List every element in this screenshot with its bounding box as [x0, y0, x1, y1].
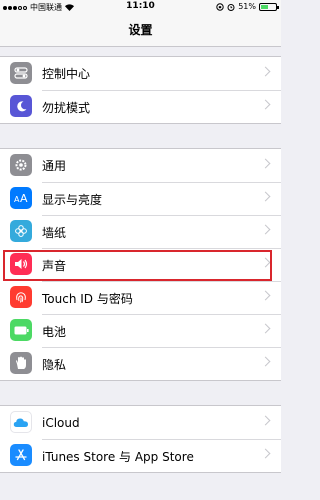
nav-bar: 设置 — [0, 14, 281, 47]
battery-icon — [259, 2, 279, 11]
flower-icon — [10, 220, 32, 242]
settings-group-2: 通用 AA 显示与亮度 墙纸 声音 Touch ID 与密码 电池 隐私 — [0, 148, 281, 381]
battery-percent: 51% — [238, 2, 256, 11]
row-label: 声音 — [42, 258, 67, 273]
settings-row-display[interactable]: AA 显示与亮度 — [0, 182, 281, 215]
alarm-icon — [227, 3, 235, 11]
status-bar: 中国联通 11:10 51% — [0, 0, 281, 14]
row-label: 显示与亮度 — [42, 192, 103, 207]
fingerprint-icon — [10, 286, 32, 308]
settings-row-touch-id[interactable]: Touch ID 与密码 — [0, 281, 281, 314]
row-label: iCloud — [42, 415, 80, 430]
row-label: iTunes Store 与 App Store — [42, 449, 194, 464]
moon-icon — [10, 95, 32, 117]
text-size-icon: AA — [10, 187, 32, 209]
settings-row-control-center[interactable]: 控制中心 — [0, 57, 281, 90]
cloud-icon — [10, 411, 32, 433]
gear-icon — [10, 154, 32, 176]
settings-row-do-not-disturb[interactable]: 勿扰模式 — [0, 90, 281, 123]
row-label: 通用 — [42, 159, 67, 173]
settings-group-3: iCloud iTunes Store 与 App Store — [0, 405, 281, 473]
battery-icon — [10, 319, 32, 341]
settings-row-privacy[interactable]: 隐私 — [0, 347, 281, 380]
hand-icon — [10, 352, 32, 374]
row-label: 墙纸 — [42, 225, 67, 240]
settings-row-general[interactable]: 通用 — [0, 149, 281, 182]
battery-level — [261, 4, 269, 9]
app-store-icon — [10, 444, 32, 466]
control-center-icon — [10, 62, 32, 84]
page-title: 设置 — [128, 23, 153, 37]
row-label: Touch ID 与密码 — [42, 291, 133, 306]
svg-text:A: A — [20, 192, 28, 204]
status-right: 51% — [216, 2, 279, 11]
speaker-icon — [10, 253, 32, 275]
settings-row-app-store[interactable]: iTunes Store 与 App Store — [0, 439, 281, 472]
settings-group-1: 控制中心 勿扰模式 — [0, 56, 281, 124]
settings-row-icloud[interactable]: iCloud — [0, 406, 281, 439]
settings-row-battery[interactable]: 电池 — [0, 314, 281, 347]
orientation-lock-icon — [216, 2, 224, 11]
row-label: 控制中心 — [42, 67, 91, 81]
settings-row-wallpaper[interactable]: 墙纸 — [0, 215, 281, 248]
row-label: 电池 — [42, 324, 67, 339]
settings-row-sounds[interactable]: 声音 — [0, 248, 281, 281]
row-label: 隐私 — [42, 357, 67, 372]
row-label: 勿扰模式 — [42, 100, 91, 115]
